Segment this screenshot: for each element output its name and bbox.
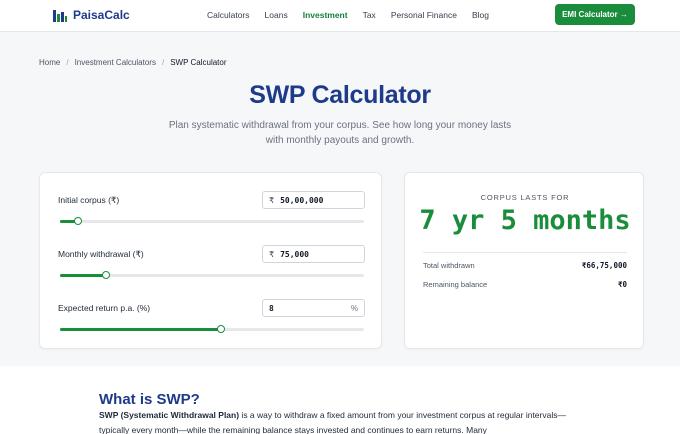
breadcrumb-investment-calculators[interactable]: Investment Calculators xyxy=(75,58,156,67)
slider-thumb[interactable] xyxy=(74,217,83,225)
nav-tax[interactable]: Tax xyxy=(363,10,376,20)
total-withdrawn-label: Total withdrawn xyxy=(423,261,475,270)
slider-thumb[interactable] xyxy=(217,325,226,333)
breadcrumb-current: SWP Calculator xyxy=(170,58,227,67)
result-divider xyxy=(423,252,627,253)
result-label: CORPUS LASTS FOR xyxy=(480,193,570,202)
info-term: SWP (Systematic Withdrawal Plan) xyxy=(99,410,240,420)
logo-text: PaisaCalc xyxy=(73,8,130,22)
slider-fill xyxy=(60,274,106,277)
rupee-prefix: ₹ xyxy=(269,195,275,205)
expected-return-input[interactable]: 8 % xyxy=(262,299,365,317)
nav-loans[interactable]: Loans xyxy=(265,10,288,20)
breadcrumb-separator: / xyxy=(161,58,165,67)
initial-corpus-input[interactable]: ₹ 50,00,000 xyxy=(262,191,365,209)
monthly-withdrawal-input[interactable]: ₹ 75,000 xyxy=(262,245,365,263)
monthly-withdrawal-value: 75,000 xyxy=(280,249,309,259)
main-nav: Calculators Loans Investment Tax Persona… xyxy=(207,10,504,20)
remaining-balance-value: ₹0 xyxy=(617,280,627,289)
remaining-balance-label: Remaining balance xyxy=(423,280,488,289)
nav-calculators[interactable]: Calculators xyxy=(207,10,250,20)
page-subtitle: Plan systematic withdrawal from your cor… xyxy=(168,120,512,146)
initial-corpus-label: Initial corpus (₹) xyxy=(58,195,120,205)
result-card: CORPUS LASTS FOR 7 yr 5 months Total wit… xyxy=(404,172,644,349)
breadcrumb-home[interactable]: Home xyxy=(39,58,60,67)
expected-return-slider[interactable] xyxy=(60,325,364,333)
initial-corpus-value: 50,00,000 xyxy=(280,195,324,205)
percent-suffix: % xyxy=(350,303,358,313)
rupee-prefix: ₹ xyxy=(269,249,275,259)
nav-investment[interactable]: Investment xyxy=(303,10,348,20)
slider-thumb[interactable] xyxy=(101,271,110,279)
monthly-withdrawal-label: Monthly withdrawal (₹) xyxy=(58,249,144,259)
nav-personal-finance[interactable]: Personal Finance xyxy=(391,10,457,20)
total-withdrawn-row: Total withdrawn ₹66,75,000 xyxy=(423,261,627,270)
expected-return-value: 8 xyxy=(269,303,274,313)
info-paragraph: SWP (Systematic Withdrawal Plan) is a wa… xyxy=(99,408,589,434)
calculator-card: Initial corpus (₹) ₹ 50,00,000 Monthly w… xyxy=(39,172,382,349)
nav-blog[interactable]: Blog xyxy=(472,10,489,20)
result-duration: 7 yr 5 months xyxy=(419,205,631,236)
info-heading: What is SWP? xyxy=(99,391,200,408)
emi-calculator-button[interactable]: EMI Calculator → xyxy=(555,4,635,25)
top-navbar: PaisaCalc Calculators Loans Investment T… xyxy=(0,0,680,32)
monthly-withdrawal-slider[interactable] xyxy=(60,271,364,279)
remaining-balance-row: Remaining balance ₹0 xyxy=(423,280,627,289)
total-withdrawn-value: ₹66,75,000 xyxy=(581,261,627,270)
expected-return-label: Expected return p.a. (%) xyxy=(58,303,151,313)
slider-fill xyxy=(60,328,222,331)
initial-corpus-slider[interactable] xyxy=(60,217,364,225)
breadcrumb-separator: / xyxy=(66,58,69,67)
logo[interactable]: PaisaCalc xyxy=(53,8,130,22)
page-title: SWP Calculator xyxy=(249,81,431,109)
breadcrumb: Home / Investment Calculators / SWP Calc… xyxy=(39,58,227,67)
logo-chart-icon xyxy=(53,10,67,22)
